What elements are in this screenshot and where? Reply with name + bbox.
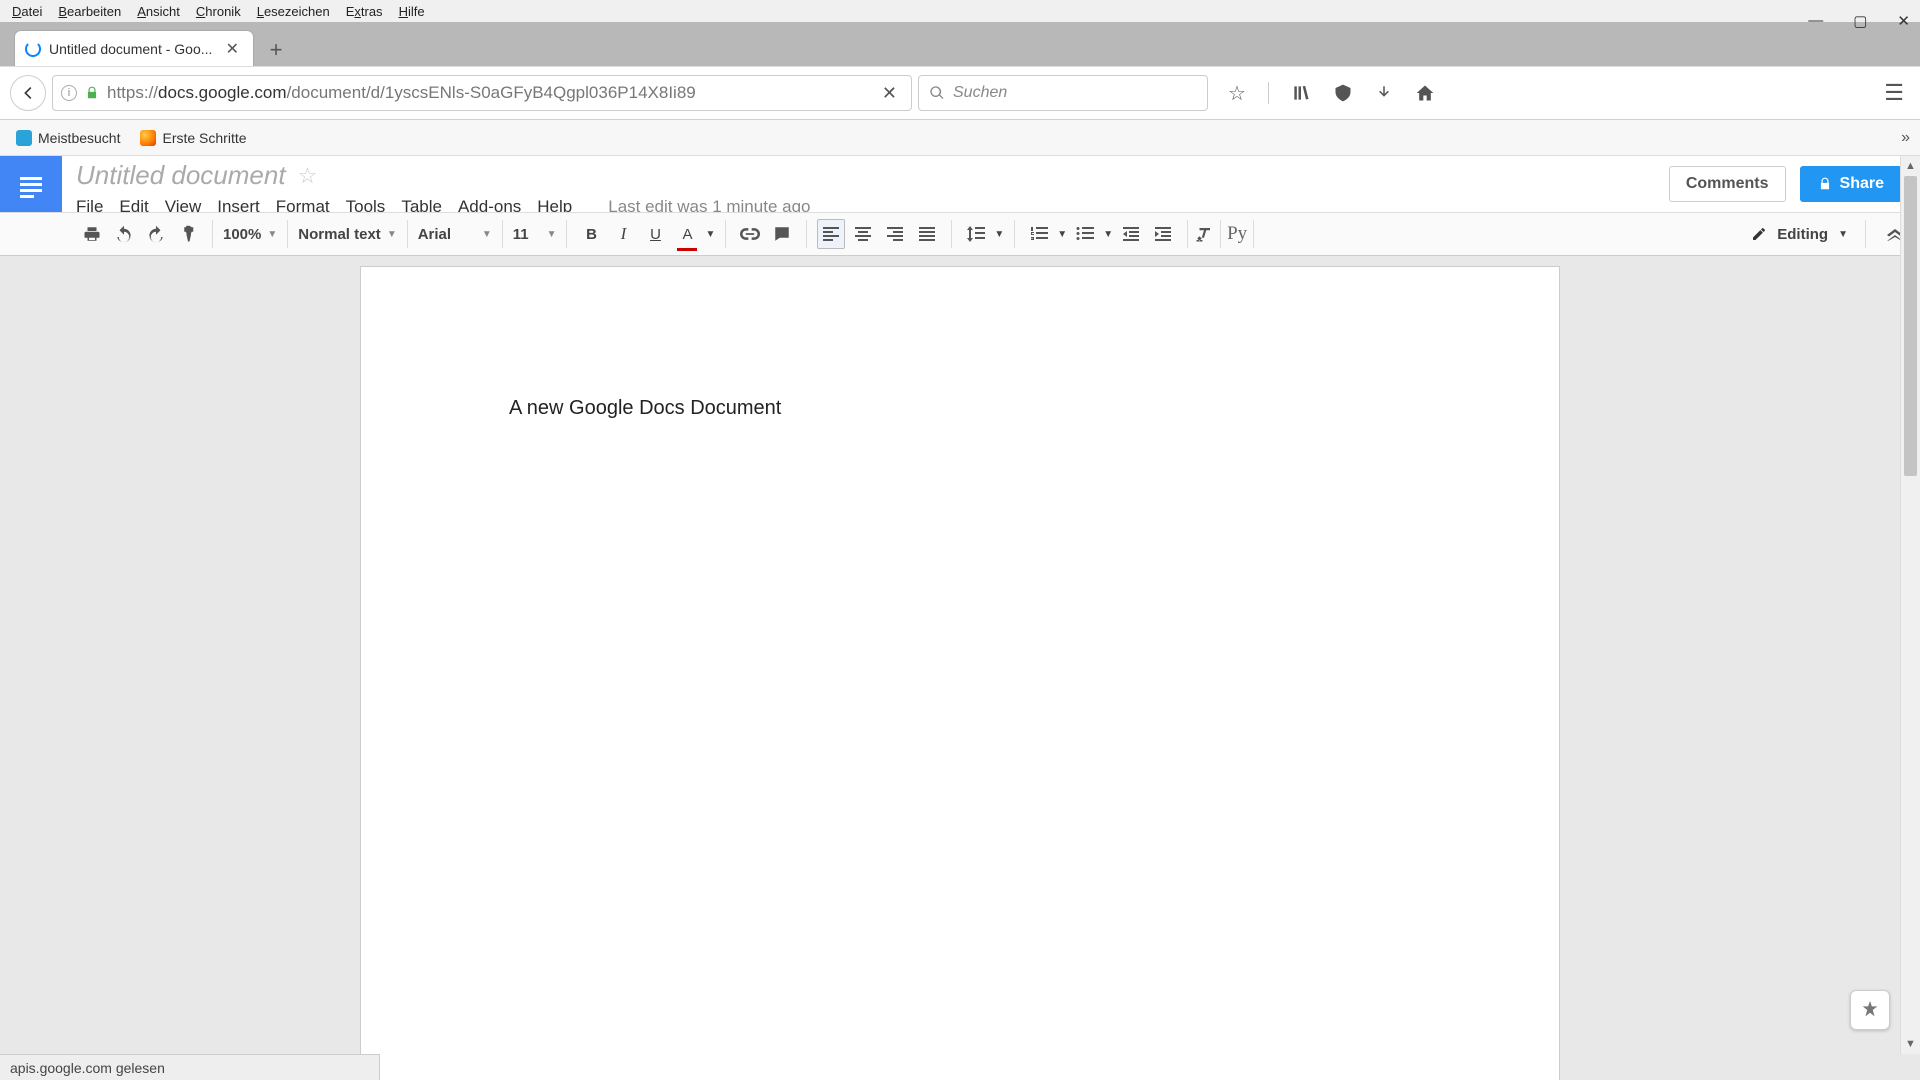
explore-icon	[1859, 999, 1881, 1021]
paragraph-style-select[interactable]: Normal text▼	[290, 219, 404, 249]
docs-logo-icon	[20, 177, 42, 198]
tab-title: Untitled document - Goo...	[49, 41, 212, 57]
search-icon	[929, 85, 945, 101]
status-text: apis.google.com gelesen	[10, 1060, 165, 1076]
search-bar[interactable]: Suchen	[918, 75, 1208, 111]
back-button[interactable]	[10, 75, 46, 111]
new-tab-button[interactable]: +	[260, 34, 292, 66]
undo-button[interactable]	[110, 219, 138, 249]
url-bar[interactable]: i https://docs.google.com/document/d/1ys…	[52, 75, 912, 111]
window-controls: — ▢ ✕	[1808, 12, 1910, 30]
menu-chronik[interactable]: Chronik	[188, 2, 249, 21]
bookmark-most-visited[interactable]: Meistbesucht	[10, 128, 126, 148]
firefox-icon	[140, 130, 156, 146]
redo-button[interactable]	[142, 219, 170, 249]
firefox-menubar: Datei Bearbeiten Ansicht Chronik Lesezei…	[0, 0, 1920, 22]
clear-formatting-button[interactable]	[1190, 219, 1218, 249]
docs-logo[interactable]	[0, 156, 62, 218]
menu-datei[interactable]: Datei	[4, 2, 50, 21]
input-tools-button[interactable]: Py	[1223, 219, 1251, 249]
scroll-thumb[interactable]	[1904, 176, 1917, 476]
loading-spinner-icon	[25, 41, 41, 57]
bookmark-star-icon[interactable]: ☆	[1228, 81, 1246, 106]
text-color-button[interactable]: A	[673, 219, 701, 249]
navigation-bar: i https://docs.google.com/document/d/1ys…	[0, 66, 1920, 120]
comments-button[interactable]: Comments	[1669, 166, 1786, 202]
browser-tab[interactable]: Untitled document - Goo... ✕	[14, 30, 254, 66]
google-docs-app: Untitled document ☆ File Edit View Inser…	[0, 156, 1920, 1080]
document-body-text: A new Google Docs Document	[509, 397, 781, 419]
menu-extras[interactable]: Extras	[338, 2, 391, 21]
italic-button[interactable]: I	[609, 219, 637, 249]
paint-format-button[interactable]	[174, 219, 202, 249]
align-left-button[interactable]	[817, 219, 845, 249]
numbered-list-button[interactable]	[1025, 219, 1053, 249]
add-comment-button[interactable]	[768, 219, 796, 249]
bookmark-first-steps[interactable]: Erste Schritte	[134, 128, 252, 148]
firefox-menu-button[interactable]: ☰	[1884, 80, 1910, 106]
pencil-icon	[1751, 226, 1767, 242]
status-bar: apis.google.com gelesen	[0, 1054, 380, 1080]
editing-mode-select[interactable]: Editing ▼	[1736, 218, 1863, 250]
align-justify-button[interactable]	[913, 219, 941, 249]
menu-ansicht[interactable]: Ansicht	[129, 2, 188, 21]
library-icon[interactable]	[1291, 83, 1311, 103]
bulleted-list-button[interactable]	[1071, 219, 1099, 249]
search-placeholder: Suchen	[953, 84, 1007, 102]
lock-icon	[1818, 177, 1832, 191]
url-text: https://docs.google.com/document/d/1yscs…	[107, 83, 868, 103]
align-center-button[interactable]	[849, 219, 877, 249]
home-icon[interactable]	[1415, 83, 1435, 103]
close-tab-button[interactable]: ✕	[222, 39, 243, 59]
zoom-select[interactable]: 100%▼	[215, 219, 285, 249]
gdocs-header: Untitled document ☆ File Edit View Inser…	[0, 156, 1920, 212]
maximize-button[interactable]: ▢	[1853, 12, 1867, 30]
minimize-button[interactable]: —	[1808, 12, 1823, 30]
text-color-caret[interactable]: ▼	[705, 229, 715, 240]
tab-bar: Untitled document - Goo... ✕ +	[0, 22, 1920, 66]
lock-icon	[85, 86, 99, 100]
menu-lesezeichen[interactable]: Lesezeichen	[249, 2, 338, 21]
font-size-select[interactable]: 11▼	[505, 219, 565, 249]
bookmarks-toolbar: Meistbesucht Erste Schritte »	[0, 120, 1920, 156]
insert-link-button[interactable]	[736, 219, 764, 249]
document-canvas[interactable]: A new Google Docs Document	[0, 256, 1920, 1080]
pocket-icon[interactable]	[1333, 83, 1353, 103]
bold-button[interactable]: B	[577, 219, 605, 249]
explore-button[interactable]	[1850, 990, 1890, 1030]
info-icon[interactable]: i	[61, 85, 77, 101]
downloads-icon[interactable]	[1375, 84, 1393, 102]
font-family-select[interactable]: Arial▼	[410, 219, 500, 249]
decrease-indent-button[interactable]	[1117, 219, 1145, 249]
arrow-left-icon	[19, 84, 37, 102]
star-icon[interactable]: ☆	[298, 163, 318, 189]
menu-hilfe[interactable]: Hilfe	[391, 2, 433, 21]
align-right-button[interactable]	[881, 219, 909, 249]
underline-button[interactable]: U	[641, 219, 669, 249]
line-spacing-button[interactable]	[962, 219, 990, 249]
document-page[interactable]: A new Google Docs Document	[360, 266, 1560, 1080]
scroll-up-arrow[interactable]: ▲	[1901, 156, 1920, 176]
menu-bearbeiten[interactable]: Bearbeiten	[50, 2, 129, 21]
share-button[interactable]: Share	[1800, 166, 1902, 202]
nav-icons: ☆	[1228, 81, 1435, 106]
bookmark-icon	[16, 130, 32, 146]
clear-url-button[interactable]: ✕	[876, 83, 903, 104]
bookmarks-overflow-button[interactable]: »	[1901, 129, 1910, 147]
scroll-down-arrow[interactable]: ▼	[1901, 1034, 1920, 1054]
document-title[interactable]: Untitled document	[76, 160, 286, 191]
vertical-scrollbar[interactable]: ▲ ▼	[1900, 156, 1920, 1054]
close-window-button[interactable]: ✕	[1897, 12, 1910, 30]
gdocs-toolbar: 100%▼ Normal text▼ Arial▼ 11▼ B I U A ▼	[0, 212, 1920, 256]
print-button[interactable]	[78, 219, 106, 249]
increase-indent-button[interactable]	[1149, 219, 1177, 249]
